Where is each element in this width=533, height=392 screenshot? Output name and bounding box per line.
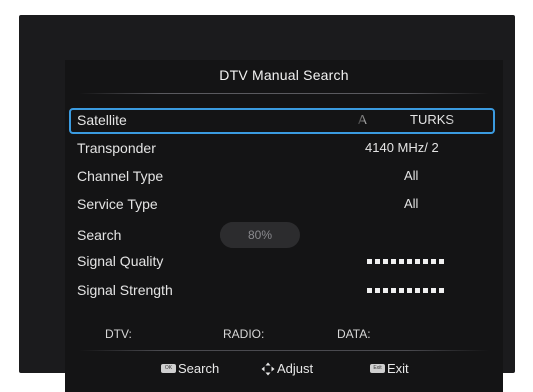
search-label: Search xyxy=(77,227,122,243)
radio-count-label: RADIO: xyxy=(223,327,265,341)
footer-adjust-label: Adjust xyxy=(277,361,314,376)
title-divider xyxy=(79,93,489,94)
satellite-value-prefix: A xyxy=(358,112,367,127)
exit-key-icon: Exit xyxy=(370,364,385,373)
footer-exit-label: Exit xyxy=(387,361,409,376)
signal-quality-label: Signal Quality xyxy=(77,253,164,269)
signal-quality-meter xyxy=(367,259,444,264)
channel-type-value: All xyxy=(404,168,419,183)
panel-title: DTV Manual Search xyxy=(219,67,349,83)
search-progress-text: 80% xyxy=(247,228,273,242)
footer-adjust-hint: Adjust xyxy=(261,361,313,376)
signal-strength-meter xyxy=(367,288,444,293)
service-type-row[interactable]: Service Type All xyxy=(69,192,495,218)
channel-type-row[interactable]: Channel Type All xyxy=(69,164,495,190)
channel-type-label: Channel Type xyxy=(77,168,164,184)
satellite-value: TURKS xyxy=(410,112,455,127)
signal-strength-label: Signal Strength xyxy=(77,282,173,298)
data-count-label: DATA: xyxy=(337,327,371,341)
manual-search-panel: DTV Manual Search Satellite A TURKS Tran… xyxy=(65,60,503,392)
service-type-label: Service Type xyxy=(77,196,158,212)
dtv-count-label: DTV: xyxy=(105,327,132,341)
four-way-arrows-icon xyxy=(261,362,275,375)
footer-divider xyxy=(79,350,489,351)
footer-search-hint: OK Search xyxy=(161,361,219,376)
transponder-value: 4140 MHz/ 2 xyxy=(365,140,439,155)
ok-key-icon: OK xyxy=(161,364,176,373)
tv-screen: DTV Manual Search Satellite A TURKS Tran… xyxy=(19,15,515,392)
satellite-row[interactable]: Satellite A TURKS xyxy=(69,108,495,134)
search-progress-bar: 80% xyxy=(220,222,300,248)
transponder-label: Transponder xyxy=(77,140,156,156)
satellite-label: Satellite xyxy=(77,112,127,128)
service-type-value: All xyxy=(404,196,419,211)
footer-exit-hint: Exit Exit xyxy=(370,361,409,376)
transponder-row[interactable]: Transponder 4140 MHz/ 2 xyxy=(69,136,495,162)
footer-search-label: Search xyxy=(178,361,220,376)
